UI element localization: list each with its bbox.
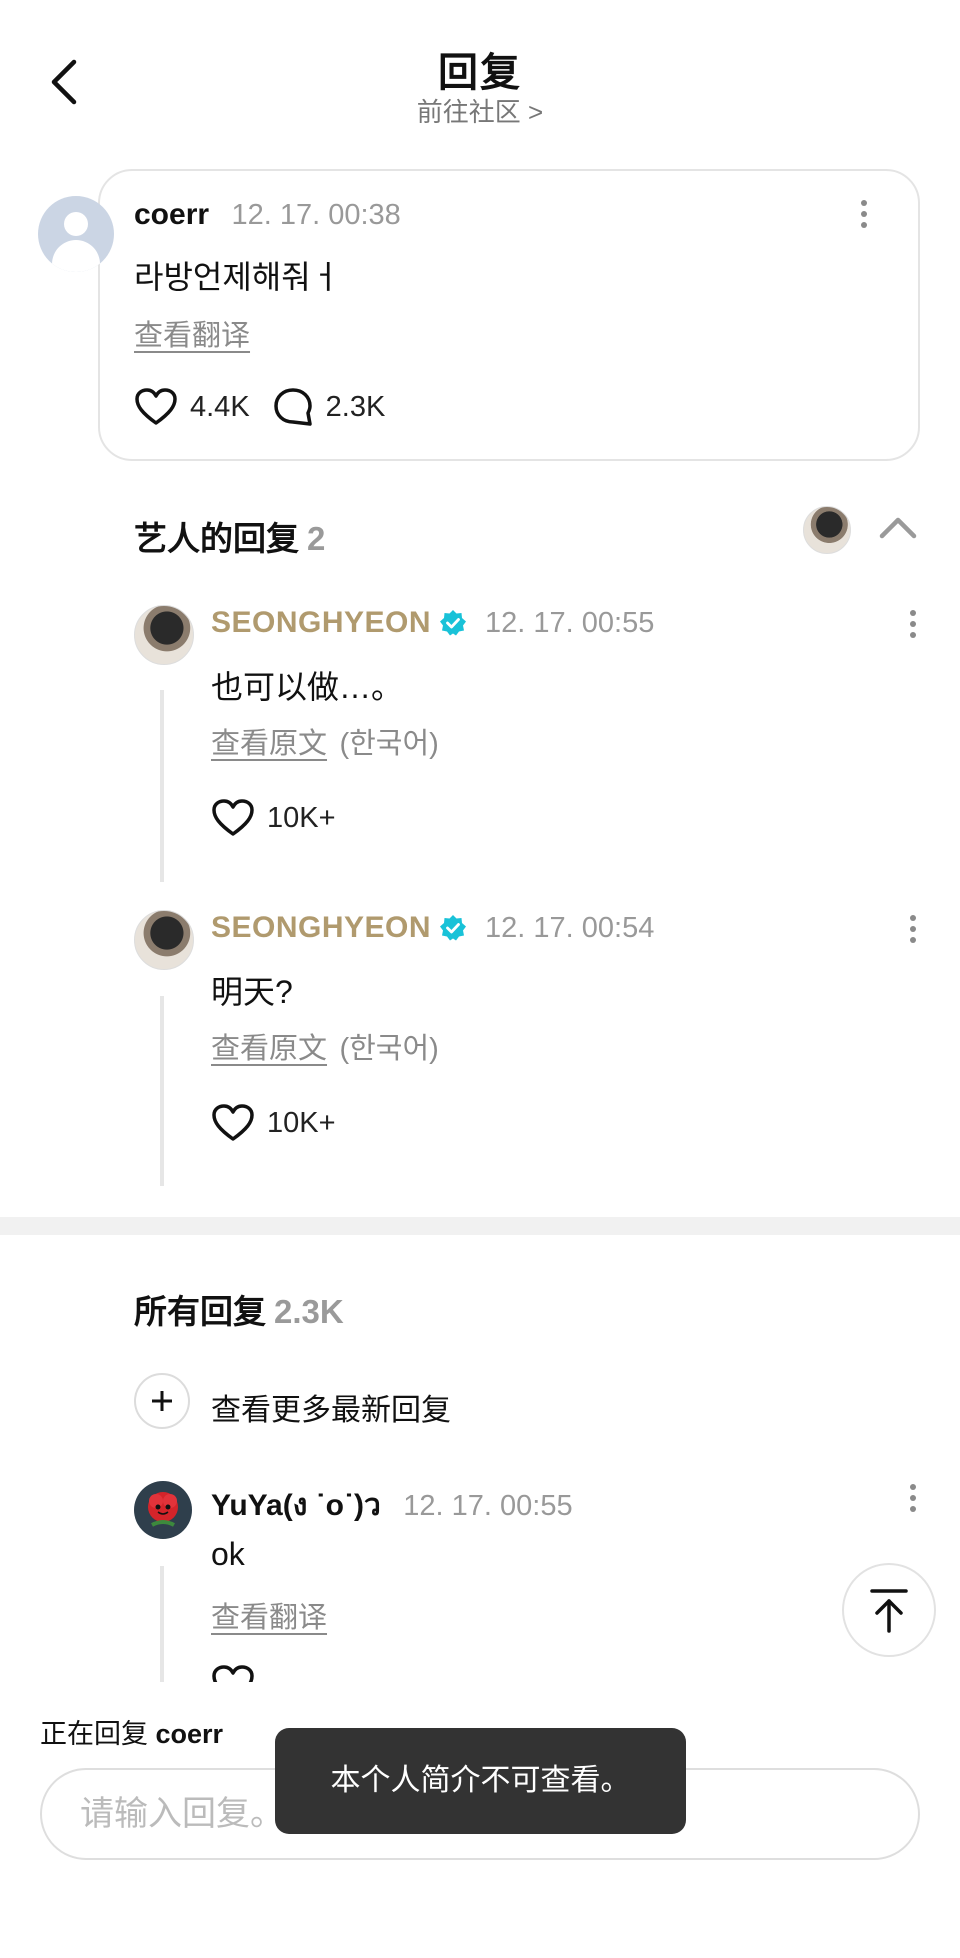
avatar[interactable]	[134, 910, 194, 970]
reply-count: 2.3K	[325, 390, 386, 423]
more-options-icon[interactable]	[858, 200, 870, 236]
reply-time: 12. 17. 00:55	[403, 1490, 573, 1522]
speech-bubble-icon	[273, 388, 312, 426]
like-count: 10K+	[267, 1106, 336, 1139]
reply-time: 12. 17. 00:55	[485, 606, 655, 639]
artist-avatar-small	[803, 506, 851, 554]
reply-text: 也可以做…。	[211, 669, 404, 705]
artist-name[interactable]: SEONGHYEON	[211, 911, 431, 945]
more-options-icon[interactable]	[907, 915, 919, 951]
reply-header: YuYa(ง ˙o˙)ว 12. 17. 00:55	[211, 1482, 573, 1529]
reply-button[interactable]: 2.3K	[272, 386, 386, 428]
heart-icon	[135, 388, 177, 425]
verified-badge-icon	[440, 610, 467, 636]
see-more-replies-link[interactable]: 查看更多最新回复	[211, 1385, 451, 1429]
reply-text: 明天?	[211, 974, 293, 1010]
original-language: (한국어)	[339, 728, 439, 760]
avatar[interactable]	[38, 196, 114, 272]
view-original-row: 查看原文 (한국어)	[211, 1025, 439, 1067]
thread-line	[160, 690, 164, 882]
artist-name[interactable]: SEONGHYEON	[211, 606, 431, 640]
artist-replies-heading: 艺人的回复 2	[134, 512, 325, 560]
all-replies-title: 所有回复	[134, 1293, 266, 1330]
reply-text: ok	[211, 1536, 245, 1572]
view-original-row: 查看原文 (한국어)	[211, 720, 439, 762]
arrow-up-to-top-icon	[870, 1589, 908, 1633]
comment-header: coerr 12. 17. 00:38	[134, 198, 401, 232]
section-divider	[0, 1217, 960, 1235]
see-more-button[interactable]	[134, 1373, 190, 1429]
collapse-button[interactable]	[876, 512, 920, 547]
more-options-icon[interactable]	[907, 610, 919, 646]
view-original-link[interactable]: 查看原文	[211, 1033, 327, 1065]
verified-badge-icon	[440, 915, 467, 941]
view-translation-link[interactable]: 查看翻译	[211, 1594, 327, 1636]
comment-time: 12. 17. 00:38	[231, 199, 401, 231]
more-options-icon[interactable]	[907, 1484, 919, 1520]
go-to-community-link[interactable]: 前往社区 >	[0, 92, 960, 129]
all-replies-count: 2.3K	[274, 1293, 344, 1330]
comment-actions: 4.4K 2.3K	[134, 386, 385, 428]
toast-message: 本个人简介不可查看。	[275, 1728, 686, 1834]
artist-replies-count: 2	[307, 520, 326, 557]
replying-prefix: 正在回复	[40, 1719, 148, 1749]
like-count: 10K+	[267, 801, 336, 834]
avatar[interactable]	[134, 605, 194, 665]
heart-icon	[212, 799, 254, 836]
like-count: 4.4K	[190, 390, 250, 423]
plus-icon	[152, 1391, 172, 1411]
original-language: (한국어)	[339, 1033, 439, 1065]
reply-header: SEONGHYEON 12. 17. 00:54	[211, 911, 654, 945]
artist-replies-title: 艺人的回复	[134, 520, 299, 557]
reply-author[interactable]: YuYa(ง ˙o˙)ว	[211, 1489, 381, 1522]
like-button[interactable]: 10K+	[211, 1103, 336, 1143]
like-button[interactable]: 4.4K	[134, 387, 250, 427]
replying-to-label: 正在回复 coerr	[40, 1712, 223, 1751]
heart-icon	[212, 1104, 254, 1141]
avatar[interactable]	[134, 1481, 192, 1539]
thread-line	[160, 1566, 164, 1682]
all-replies-heading: 所有回复 2.3K	[134, 1285, 344, 1333]
reply-time: 12. 17. 00:54	[485, 911, 655, 944]
comment-text: 라방언제해줘ㅓ	[134, 259, 341, 295]
like-button[interactable]: 10K+	[211, 798, 336, 838]
chevron-up-icon	[879, 517, 917, 539]
rose-avatar-image	[148, 1492, 178, 1527]
reply-header: SEONGHYEON 12. 17. 00:55	[211, 606, 654, 640]
replying-to-user: coerr	[155, 1719, 224, 1749]
comment-author[interactable]: coerr	[134, 198, 209, 231]
thread-line	[160, 996, 164, 1186]
page-title: 回复	[438, 51, 522, 95]
view-translation-link[interactable]: 查看翻译	[134, 312, 250, 354]
scroll-to-top-button[interactable]	[842, 1563, 936, 1657]
view-original-link[interactable]: 查看原文	[211, 728, 327, 760]
